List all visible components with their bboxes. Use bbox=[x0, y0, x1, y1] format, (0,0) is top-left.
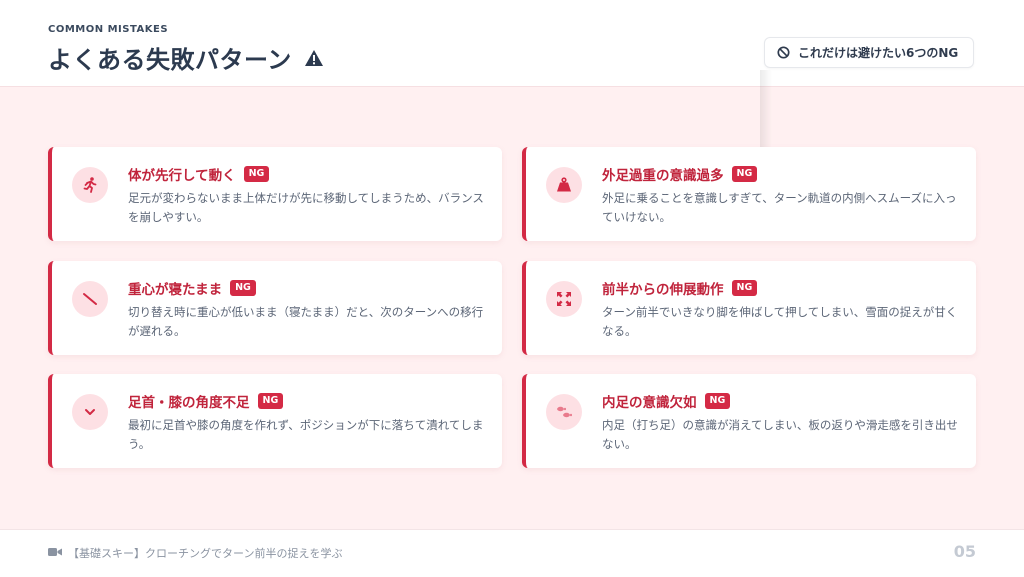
card-head: 内足の意識欠如 NG bbox=[602, 391, 731, 411]
mistake-card: 内足の意識欠如 NG 内足（打ち足）の意識が消えてしまい、板の返りや滑走感を引き… bbox=[522, 374, 976, 468]
ng-badge: NG bbox=[257, 393, 284, 409]
weight-icon bbox=[557, 177, 571, 192]
card-head: 足首・膝の角度不足 NG bbox=[128, 391, 284, 411]
footprints-icon bbox=[557, 406, 572, 418]
warning-triangle-icon bbox=[304, 49, 323, 66]
card-icon-circle bbox=[546, 281, 582, 317]
card-description: 外足に乗ることを意識しすぎて、ターン軌道の内側へスムーズに入っていけない。 bbox=[602, 191, 957, 224]
ng-badge: NG bbox=[731, 280, 758, 296]
footer: 【基礎スキー】クローチングでターン前半の捉えを学ぶ 05 bbox=[0, 529, 1024, 577]
running-person-icon bbox=[83, 177, 97, 193]
card-title: 外足過重の意識過多 bbox=[602, 168, 724, 184]
video-camera-icon bbox=[48, 548, 62, 556]
ng-count-chip: これだけは避けたい6つのNG bbox=[764, 37, 974, 68]
page-title-row: よくある失敗パターン bbox=[48, 40, 324, 75]
card-title: 足首・膝の角度不足 bbox=[128, 395, 250, 411]
card-icon-circle bbox=[546, 394, 582, 430]
ng-badge: NG bbox=[731, 166, 758, 182]
card-head: 重心が寝たまま NG bbox=[128, 278, 256, 298]
mistake-card: 重心が寝たまま NG 切り替え時に重心が低いまま（寝たまま）だと、次のターンへの… bbox=[48, 261, 502, 355]
chip-label: これだけは避けたい6つのNG bbox=[798, 46, 959, 60]
mistake-card: 外足過重の意識過多 NG 外足に乗ることを意識しすぎて、ターン軌道の内側へスムー… bbox=[522, 147, 976, 241]
card-icon-circle bbox=[546, 167, 582, 203]
card-description: ターン前半でいきなり脚を伸ばして押してしまい、雪面の捉えが甘くなる。 bbox=[602, 305, 958, 338]
footer-course-title: 【基礎スキー】クローチングでターン前半の捉えを学ぶ bbox=[68, 547, 343, 560]
page-title: よくある失敗パターン bbox=[48, 46, 292, 74]
ng-badge: NG bbox=[243, 166, 270, 182]
mistake-card: 前半からの伸展動作 NG ターン前半でいきなり脚を伸ばして押してしまい、雪面の捉… bbox=[522, 261, 976, 355]
card-head: 前半からの伸展動作 NG bbox=[602, 278, 758, 298]
card-title: 重心が寝たまま bbox=[128, 282, 223, 298]
card-icon-circle bbox=[72, 394, 108, 430]
page-number: 05 bbox=[953, 542, 976, 561]
mistake-card: 体が先行して動く NG 足元が変わらないまま上体だけが先に移動してしまうため、バ… bbox=[48, 147, 502, 241]
eyebrow: COMMON MISTAKES bbox=[48, 24, 169, 35]
card-head: 外足過重の意識過多 NG bbox=[602, 164, 758, 184]
header: COMMON MISTAKES よくある失敗パターン これだけは避けたい6つのN… bbox=[0, 0, 1024, 87]
card-icon-circle bbox=[72, 281, 108, 317]
card-description: 切り替え時に重心が低いまま（寝たまま）だと、次のターンへの移行が遅れる。 bbox=[128, 305, 484, 338]
card-head: 体が先行して動く NG bbox=[128, 164, 270, 184]
card-title: 内足の意識欠如 bbox=[602, 395, 697, 411]
card-description: 足元が変わらないまま上体だけが先に移動してしまうため、バランスを崩しやすい。 bbox=[128, 191, 484, 224]
expand-arrows-icon bbox=[557, 292, 571, 306]
card-icon-circle bbox=[72, 167, 108, 203]
ng-badge: NG bbox=[704, 393, 731, 409]
ng-badge: NG bbox=[230, 280, 256, 296]
card-description: 最初に足首や膝の角度を作れず、ポジションが下に落ちて潰れてしまう。 bbox=[128, 418, 484, 451]
mistake-card: 足首・膝の角度不足 NG 最初に足首や膝の角度を作れず、ポジションが下に落ちて潰… bbox=[48, 374, 502, 468]
prohibited-icon bbox=[777, 46, 790, 59]
card-description: 内足（打ち足）の意識が消えてしまい、板の返りや滑走感を引き出せない。 bbox=[602, 418, 958, 451]
card-title: 体が先行して動く bbox=[128, 168, 236, 184]
chevron-down-icon bbox=[85, 409, 95, 415]
card-title: 前半からの伸展動作 bbox=[602, 282, 724, 298]
diagonal-line-icon bbox=[83, 293, 97, 305]
